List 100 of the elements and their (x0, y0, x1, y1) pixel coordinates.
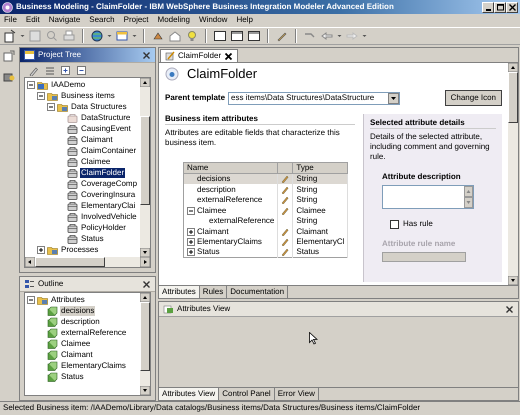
tree-item[interactable]: PolicyHolder (80, 222, 127, 232)
tree-item[interactable]: Status (80, 234, 105, 244)
tab[interactable]: Error View (274, 388, 319, 400)
collapse-icon[interactable] (37, 92, 45, 100)
tree-item[interactable]: Attributes (50, 294, 86, 304)
scroll-up-icon[interactable] (140, 293, 150, 302)
maximize-button[interactable] (494, 2, 506, 12)
menu-item[interactable]: Window (199, 15, 228, 26)
table-cell[interactable]: Claimant (197, 226, 229, 236)
panel-icon[interactable] (213, 29, 227, 43)
house-icon[interactable] (168, 29, 182, 43)
menu-item[interactable]: Help (236, 15, 253, 26)
view-title[interactable]: Outline (38, 279, 64, 289)
expand-icon[interactable] (187, 238, 195, 246)
vertical-scrollbar[interactable] (508, 63, 518, 285)
menu-item[interactable]: Project (124, 15, 149, 26)
close-icon[interactable] (142, 50, 151, 60)
table-cell[interactable]: Status (197, 247, 220, 258)
tree-item[interactable]: ElementaryClai (80, 200, 136, 210)
scroll-thumb[interactable] (140, 116, 150, 205)
print-icon[interactable] (62, 29, 76, 43)
window-icon[interactable] (115, 29, 129, 43)
table-cell[interactable]: description (197, 184, 236, 194)
expand-icon[interactable] (187, 248, 195, 256)
scroll-up-icon[interactable] (140, 78, 150, 87)
tree-item[interactable]: InvolvedVehicle (80, 212, 138, 222)
fast-view-icon[interactable] (3, 50, 15, 62)
tree-item[interactable]: DataStructure (80, 112, 132, 122)
table-cell[interactable]: externalReference (197, 195, 262, 205)
menu-item[interactable]: Navigate (48, 15, 80, 26)
expand-icon[interactable] (187, 228, 195, 236)
menu-item[interactable]: File (4, 15, 17, 26)
description-field[interactable] (382, 185, 474, 210)
collapse-all-icon[interactable] (76, 64, 87, 76)
parent-template-dropdown[interactable]: ess items\Data Structures\DataStructure (228, 92, 400, 105)
vertical-scrollbar[interactable] (140, 293, 150, 395)
tree-item[interactable]: externalReference (60, 328, 128, 338)
tab[interactable]: Rules (200, 286, 228, 298)
expand-icon[interactable] (37, 246, 45, 254)
menu-item[interactable]: Edit (26, 15, 40, 26)
close-icon[interactable] (224, 52, 234, 60)
tree-item[interactable]: Business items (60, 90, 116, 100)
menu-item[interactable]: Modeling (158, 15, 190, 26)
view-title[interactable]: Attributes View (177, 304, 230, 314)
tab[interactable]: Attributes View (159, 388, 220, 400)
tab[interactable]: Control Panel (219, 388, 275, 400)
status-text: Selected Business item: /IAADemo/Library/Data catalogs/Business items/Data Structures/Business items/ClaimFolder (3, 403, 420, 412)
panel-icon[interactable] (247, 29, 261, 43)
panel-icon[interactable] (230, 29, 244, 43)
tree-item[interactable]: Processes (60, 244, 100, 254)
collapse-icon[interactable] (27, 80, 35, 88)
scroll-left-icon[interactable] (25, 257, 35, 267)
horizontal-scrollbar[interactable] (25, 257, 150, 267)
tree-item[interactable]: IAADemo (50, 80, 86, 90)
table-cell[interactable]: ElementaryClaims (197, 237, 262, 247)
sort-icon[interactable] (44, 64, 55, 76)
tree-item[interactable]: Claimant (60, 350, 94, 360)
tree-item[interactable]: Status (60, 372, 85, 382)
scroll-down-icon[interactable] (508, 276, 518, 285)
tree-item[interactable]: CausingEvent (80, 124, 132, 134)
tab[interactable]: Documentation (227, 286, 288, 298)
scroll-up-icon[interactable] (508, 63, 518, 72)
menu-item[interactable]: Search (89, 15, 115, 26)
editor-tab[interactable]: ClaimFolder (160, 49, 238, 62)
collapse-icon[interactable] (27, 296, 35, 304)
tree-item[interactable]: Data Structures (70, 102, 128, 112)
new-file-icon[interactable] (3, 29, 17, 43)
tree-item[interactable]: decisions (60, 306, 96, 316)
tree-item[interactable]: Claimant (80, 134, 114, 144)
checkbox[interactable] (390, 220, 399, 229)
tree-item[interactable]: Claimee (80, 156, 112, 166)
minimize-button[interactable] (482, 2, 494, 12)
table-cell[interactable]: Claimee (197, 206, 226, 216)
close-icon[interactable] (142, 280, 151, 288)
scroll-down-icon[interactable] (140, 386, 150, 395)
collapse-icon[interactable] (47, 102, 55, 110)
scroll-right-icon[interactable] (140, 257, 150, 267)
tree-item[interactable]: ClaimContainer (80, 146, 138, 156)
lightbulb-icon[interactable] (185, 29, 199, 43)
close-button[interactable] (506, 2, 518, 12)
close-icon[interactable] (505, 304, 514, 314)
tree-item[interactable]: CoveringInsura (80, 190, 136, 200)
vertical-scrollbar[interactable] (140, 78, 150, 257)
bag-icon (67, 156, 78, 166)
section-heading: Business item attributes (165, 114, 355, 126)
rule-name-field[interactable] (382, 252, 466, 262)
back-arrow-icon[interactable] (320, 29, 334, 43)
scroll-down-icon[interactable] (140, 248, 150, 257)
tree-item[interactable]: description (60, 316, 101, 326)
tree-item[interactable]: CoverageComp (80, 178, 138, 188)
globe-icon[interactable] (90, 29, 104, 43)
change-icon-button[interactable]: Change Icon (444, 90, 502, 106)
table-cell[interactable]: externalReference (209, 216, 274, 226)
tree-item[interactable]: Claimee (60, 338, 92, 348)
expand-all-icon[interactable] (60, 64, 71, 76)
view-title[interactable]: Project Tree (38, 50, 82, 60)
collapse-icon[interactable] (187, 206, 195, 214)
tree-item[interactable]: ClaimFolder (80, 168, 126, 178)
tab[interactable]: Attributes (159, 286, 200, 298)
tree-item[interactable]: ElementaryClaims (60, 360, 127, 370)
